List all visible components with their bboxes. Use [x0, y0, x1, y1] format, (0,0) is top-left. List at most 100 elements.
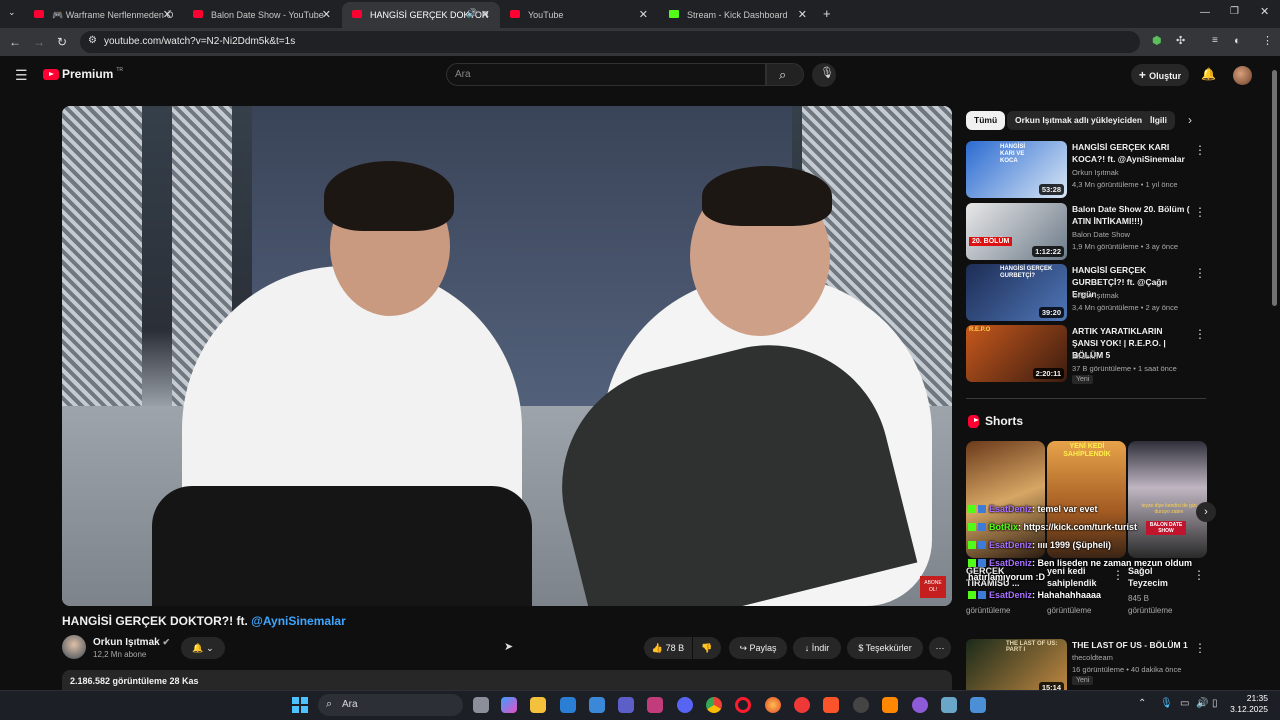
close-tab-icon[interactable]: ✕	[481, 8, 490, 21]
tab-youtube[interactable]: YouTube ✕	[500, 2, 658, 28]
brave-icon[interactable]	[823, 697, 839, 713]
close-tab-icon[interactable]: ✕	[322, 8, 331, 21]
tab-balon-date-show[interactable]: Balon Date Show - YouTube ✕	[183, 2, 341, 28]
video-thumbnail[interactable]: THE LAST OF US: PART I 15:14	[966, 639, 1067, 696]
site-info-icon[interactable]: ⚙	[88, 36, 97, 46]
close-window-icon[interactable]: ✕	[1260, 7, 1269, 18]
mail-icon[interactable]	[560, 697, 576, 713]
more-vertical-icon[interactable]: ⋮	[1194, 327, 1206, 341]
thanks-button[interactable]: $ Teşekkürler	[847, 637, 923, 659]
app3-icon[interactable]	[970, 697, 986, 713]
more-actions-button[interactable]: ⋯	[929, 637, 951, 659]
notifications-bell-icon[interactable]: 🔔	[1201, 68, 1216, 80]
person-right-hair	[702, 166, 832, 226]
share-button[interactable]: ↪ Paylaş	[729, 637, 787, 659]
restore-icon[interactable]: ❐	[1230, 7, 1239, 17]
channel-name[interactable]: Orkun Işıtmak ✔	[93, 637, 170, 648]
chrome-icon[interactable]	[706, 697, 722, 713]
like-button[interactable]: 👍 78 B	[644, 637, 692, 659]
snipping-icon[interactable]	[647, 697, 663, 713]
close-tab-icon[interactable]: ✕	[798, 8, 807, 21]
account-avatar[interactable]	[1233, 66, 1252, 85]
tray-mic-icon[interactable]: 🎙	[1160, 699, 1173, 709]
app2-icon[interactable]	[941, 697, 957, 713]
tab-kick-dashboard[interactable]: Stream - Kick Dashboard ✕	[659, 2, 817, 28]
recommended-video[interactable]: THE LAST OF US: PART I 15:14 THE LAST OF…	[966, 639, 1206, 697]
close-tab-icon[interactable]: ✕	[163, 8, 172, 21]
tray-overflow-icon[interactable]: ⌃	[1138, 699, 1146, 709]
chip-all[interactable]: Tümü	[966, 111, 1006, 130]
recommended-video[interactable]: HANGİSİ KARI VE KOCA 53:28 HANGİSİ GERÇE…	[966, 141, 1206, 199]
browser-menu-icon[interactable]: ⋮	[1262, 36, 1273, 47]
vivaldi-icon[interactable]	[794, 697, 810, 713]
battery-icon[interactable]: ▯	[1212, 699, 1218, 709]
extension-shield-icon[interactable]: ⬢	[1152, 36, 1162, 47]
extensions-puzzle-icon[interactable]: ✣	[1176, 36, 1185, 47]
hamburger-menu-icon[interactable]: ☰	[15, 68, 28, 82]
youtube-logo[interactable]: Premium TR	[43, 67, 123, 81]
store-icon[interactable]	[589, 697, 605, 713]
tab-search-icon[interactable]: ⌄	[8, 8, 16, 17]
copilot-icon[interactable]	[501, 697, 517, 713]
task-view-icon[interactable]	[473, 697, 489, 713]
network-icon[interactable]: ▭	[1180, 699, 1189, 709]
minimize-icon[interactable]: —	[1200, 8, 1210, 18]
tab-hangisi-gercek-doktor[interactable]: HANGİSİ GERÇEK DOKTOR 🔊 ✕	[342, 2, 500, 28]
recommended-video[interactable]: HANGİSİ GERÇEK GURBETÇİ? 39:20 HANGİSİ G…	[966, 264, 1206, 322]
volume-icon[interactable]: 🔊	[1196, 699, 1208, 709]
more-vertical-icon[interactable]: ⋮	[1194, 641, 1206, 655]
channel-avatar[interactable]	[62, 635, 86, 659]
download-button[interactable]: ↓ İndir	[793, 637, 841, 659]
video-player[interactable]: ABONE OL!	[62, 106, 952, 606]
app-icon[interactable]	[853, 697, 869, 713]
mention-link[interactable]: @AyniSinemalar	[251, 614, 346, 628]
recommended-video[interactable]: R.E.P.O 2:20:11 ARTIK YARATIKLARIN ŞANSI…	[966, 325, 1206, 384]
user-badge-icon	[978, 505, 986, 513]
more-vertical-icon[interactable]: ⋮	[1194, 205, 1206, 219]
tab-warframe[interactable]: 🎮 Warframe Nerflenmeden Ö ✕	[24, 2, 182, 28]
close-tab-icon[interactable]: ✕	[639, 8, 648, 21]
file-explorer-icon[interactable]	[530, 697, 546, 713]
video-thumbnail[interactable]: HANGİSİ KARI VE KOCA 53:28	[966, 141, 1067, 198]
discord-icon[interactable]	[677, 697, 693, 713]
taskbar-clock[interactable]: 21:35 3.12.2025	[1230, 693, 1268, 715]
dislike-button[interactable]: 👎	[693, 637, 721, 659]
voice-search-button[interactable]: 🎙	[812, 63, 836, 87]
notification-bell-button[interactable]: 🔔 ⌄	[181, 637, 225, 659]
search-input[interactable]: Ara	[446, 63, 766, 86]
chat-message: EsatDeniz: Ben liseden ne zaman mezun ol…	[968, 558, 1192, 568]
opera-icon[interactable]	[735, 697, 751, 713]
windows-start-icon[interactable]	[292, 697, 308, 713]
media-control-icon[interactable]: ≡	[1212, 36, 1218, 46]
forward-icon[interactable]: →	[33, 36, 45, 48]
profile-icon[interactable]: ◐	[1234, 36, 1241, 47]
chip-uploader[interactable]: Orkun Işıtmak adlı yükleyiciden	[1007, 111, 1151, 130]
messenger-icon[interactable]	[912, 697, 928, 713]
more-vertical-icon[interactable]: ⋮	[1112, 569, 1124, 581]
short-thumbnail[interactable]: teyze diye kendisi de gizi duruyo zaten …	[1128, 441, 1207, 558]
chat-message: hatırlamıyorum :D	[968, 572, 1046, 582]
search-button[interactable]: ⌕	[766, 63, 804, 86]
audio-playing-icon[interactable]: 🔊	[466, 9, 477, 18]
address-bar[interactable]: ⚙ youtube.com/watch?v=N2-Ni2Ddm5k&t=1s	[80, 31, 1140, 53]
recommended-video[interactable]: 20. BÖLÜM 1:12:22 Balon Date Show 20. Bö…	[966, 203, 1206, 261]
back-icon[interactable]: ←	[9, 36, 21, 48]
video-thumbnail[interactable]: R.E.P.O 2:20:11	[966, 325, 1067, 382]
chevron-right-icon[interactable]: ›	[1188, 114, 1192, 126]
firefox-icon[interactable]	[765, 697, 781, 713]
new-tab-icon[interactable]: +	[823, 7, 831, 20]
taskbar-search[interactable]: ⌕ Ara	[318, 694, 463, 716]
teams-icon[interactable]	[618, 697, 634, 713]
vlc-icon[interactable]	[882, 697, 898, 713]
create-button[interactable]: + Oluştur	[1131, 64, 1189, 86]
video-thumbnail[interactable]: 20. BÖLÜM 1:12:22	[966, 203, 1067, 260]
reload-icon[interactable]: ↻	[57, 36, 67, 48]
more-vertical-icon[interactable]: ⋮	[1194, 266, 1206, 280]
video-thumbnail[interactable]: HANGİSİ GERÇEK GURBETÇİ? 39:20	[966, 264, 1067, 321]
page-scrollbar[interactable]	[1272, 70, 1277, 306]
chip-related[interactable]: İlgili	[1142, 111, 1175, 130]
subscribe-watermark[interactable]: ABONE OL!	[920, 576, 946, 598]
shorts-next-button[interactable]: ›	[1196, 502, 1216, 522]
more-vertical-icon[interactable]: ⋮	[1194, 143, 1206, 157]
more-vertical-icon[interactable]: ⋮	[1193, 569, 1205, 581]
